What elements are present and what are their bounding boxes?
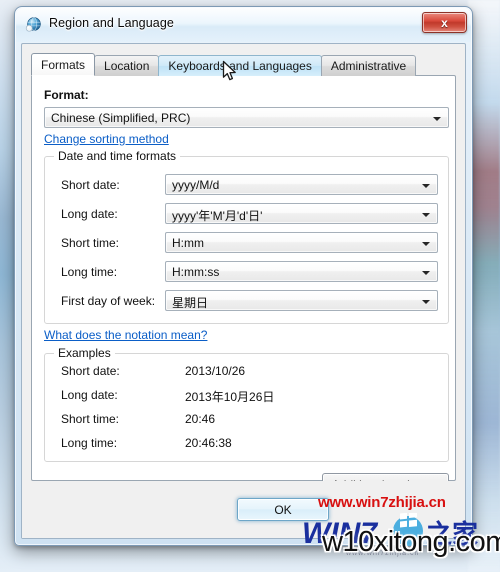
- title-bar: Region and Language x: [15, 7, 472, 43]
- example-short-time-label: Short time:: [61, 412, 120, 426]
- example-short-date-label: Short date:: [61, 364, 120, 378]
- region-and-language-dialog: Region and Language x Formats Location K…: [14, 6, 473, 546]
- tab-location-label: Location: [104, 59, 150, 73]
- short-date-combobox[interactable]: yyyy/M/d: [165, 174, 438, 195]
- globe-icon: [25, 16, 42, 33]
- example-long-time-value: 20:46:38: [185, 436, 232, 450]
- short-time-combobox[interactable]: H:mm: [165, 232, 438, 253]
- tab-location[interactable]: Location: [94, 55, 160, 76]
- short-time-label: Short time:: [61, 236, 120, 250]
- examples-group: Examples Short date: 2013/10/26 Long dat…: [44, 346, 449, 462]
- short-time-value: H:mm: [172, 236, 204, 250]
- window-title: Region and Language: [49, 16, 174, 30]
- first-day-of-week-combobox[interactable]: 星期日: [165, 290, 438, 311]
- dialog-client-area: Formats Location Keyboards and Languages…: [21, 43, 466, 539]
- close-icon: x: [441, 15, 448, 30]
- long-date-value: yyyy'年'M'月'd'日': [172, 209, 263, 223]
- formats-tab-panel: Format: Chinese (Simplified, PRC) Change…: [31, 75, 456, 518]
- change-sorting-method-link[interactable]: Change sorting method: [44, 132, 169, 146]
- watermark-red-url: www.win7zhijia.cn: [318, 494, 446, 511]
- short-date-value: yyyy/M/d: [172, 178, 220, 192]
- tab-administrative[interactable]: Administrative: [320, 55, 417, 76]
- first-day-of-week-value: 星期日: [172, 296, 209, 310]
- tab-administrative-label: Administrative: [330, 59, 407, 73]
- chevron-down-icon: [422, 213, 430, 217]
- long-date-combobox[interactable]: yyyy'年'M'月'd'日': [165, 203, 438, 224]
- close-button[interactable]: x: [422, 12, 467, 33]
- chevron-down-icon: [422, 300, 430, 304]
- long-time-combobox[interactable]: H:mm:ss: [165, 261, 438, 282]
- chevron-down-icon: [422, 184, 430, 188]
- short-date-label: Short date:: [61, 178, 120, 192]
- date-and-time-formats-group: Date and time formats Short date: yyyy/M…: [44, 149, 449, 324]
- ok-button-label: OK: [274, 502, 292, 517]
- notation-help-link[interactable]: What does the notation mean?: [44, 328, 207, 342]
- long-date-label: Long date:: [61, 207, 118, 221]
- example-long-date-label: Long date:: [61, 388, 118, 402]
- long-time-label: Long time:: [61, 265, 118, 279]
- tab-keyboards-and-languages-label: Keyboards and Languages: [168, 59, 312, 73]
- first-day-of-week-label: First day of week:: [61, 294, 156, 308]
- format-combobox-value: Chinese (Simplified, PRC): [51, 111, 191, 125]
- chevron-down-icon: [422, 242, 430, 246]
- date-and-time-formats-title: Date and time formats: [54, 149, 181, 163]
- example-short-time-value: 20:46: [185, 412, 216, 426]
- example-short-date-value: 2013/10/26: [185, 364, 246, 378]
- format-label: Format:: [44, 88, 89, 102]
- long-time-value: H:mm:ss: [172, 265, 220, 279]
- examples-title: Examples: [54, 346, 115, 360]
- tab-formats-label: Formats: [41, 57, 86, 72]
- tab-formats[interactable]: Formats: [31, 53, 96, 76]
- watermark-black-url: w10xitong.com: [322, 526, 500, 558]
- example-long-time-label: Long time:: [61, 436, 118, 450]
- example-long-date-value: 2013年10月26日: [185, 390, 275, 404]
- chevron-down-icon: [433, 117, 441, 121]
- tab-strip: Formats Location Keyboards and Languages…: [31, 53, 456, 76]
- chevron-down-icon: [422, 271, 430, 275]
- format-combobox[interactable]: Chinese (Simplified, PRC): [44, 107, 449, 128]
- tab-keyboards-and-languages[interactable]: Keyboards and Languages: [158, 55, 322, 76]
